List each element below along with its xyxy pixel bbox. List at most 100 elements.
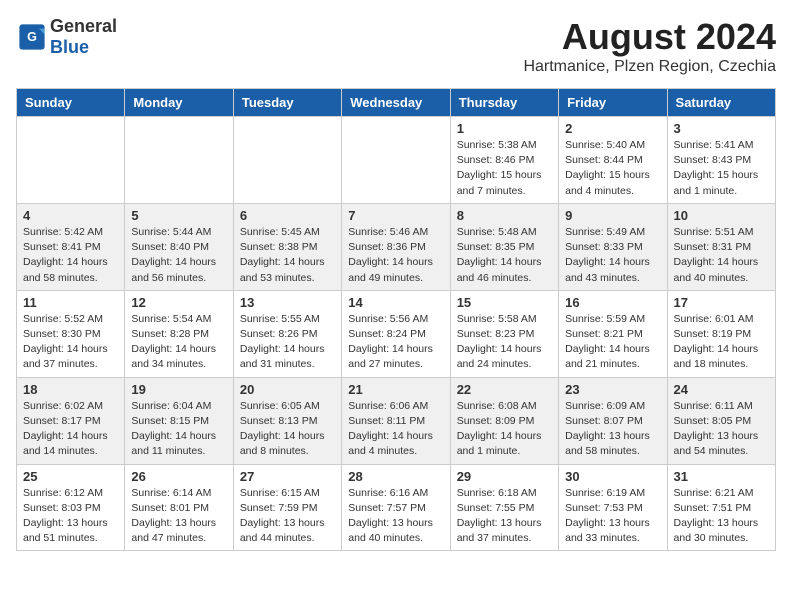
calendar-day-22: 22 Sunrise: 6:08 AM Sunset: 8:09 PM Dayli… bbox=[450, 377, 558, 464]
page-header: G General Blue August 2024 Hartmanice, P… bbox=[16, 16, 776, 76]
day-number: 14 bbox=[348, 295, 443, 310]
calendar-table: SundayMondayTuesdayWednesdayThursdayFrid… bbox=[16, 88, 776, 551]
calendar-day-30: 30Sunrise: 6:19 AM Sunset: 7:53 PM Dayli… bbox=[559, 464, 667, 551]
day-number: 9 bbox=[565, 208, 660, 223]
calendar-week-1: 1Sunrise: 5:38 AM Sunset: 8:46 PM Daylig… bbox=[17, 117, 776, 204]
day-info: Sunrise: 5:49 AM Sunset: 8:33 PM Dayligh… bbox=[565, 225, 660, 286]
day-info: Sunrise: 5:45 AM Sunset: 8:38 PM Dayligh… bbox=[240, 225, 335, 286]
day-info: Sunrise: 5:52 AM Sunset: 8:30 PM Dayligh… bbox=[23, 312, 118, 373]
calendar-empty-cell bbox=[125, 117, 233, 204]
calendar-day-18: 18 Sunrise: 6:02 AM Sunset: 8:17 PM Dayli… bbox=[17, 377, 125, 464]
weekday-header-friday: Friday bbox=[559, 89, 667, 117]
calendar-day-14: 14 Sunrise: 5:56 AM Sunset: 8:24 PM Dayli… bbox=[342, 290, 450, 377]
svg-text:G: G bbox=[27, 30, 37, 44]
day-number: 20 bbox=[240, 382, 335, 397]
day-number: 29 bbox=[457, 469, 552, 484]
logo: G General Blue bbox=[16, 16, 117, 58]
weekday-header-wednesday: Wednesday bbox=[342, 89, 450, 117]
day-info: Sunrise: 6:01 AM Sunset: 8:19 PM Dayligh… bbox=[674, 312, 769, 373]
day-info: Sunrise: 6:04 AM Sunset: 8:15 PM Dayligh… bbox=[131, 399, 226, 460]
day-number: 22 bbox=[457, 382, 552, 397]
calendar-day-7: 7 Sunrise: 5:46 AM Sunset: 8:36 PM Daylig… bbox=[342, 203, 450, 290]
calendar-day-4: 4 Sunrise: 5:42 AM Sunset: 8:41 PM Daylig… bbox=[17, 203, 125, 290]
calendar-week-5: 25 Sunrise: 6:12 AM Sunset: 8:03 PM Dayli… bbox=[17, 464, 776, 551]
weekday-header-saturday: Saturday bbox=[667, 89, 775, 117]
day-number: 6 bbox=[240, 208, 335, 223]
calendar-day-16: 16Sunrise: 5:59 AM Sunset: 8:21 PM Dayli… bbox=[559, 290, 667, 377]
day-number: 18 bbox=[23, 382, 118, 397]
day-number: 7 bbox=[348, 208, 443, 223]
day-number: 19 bbox=[131, 382, 226, 397]
calendar-empty-cell bbox=[233, 117, 341, 204]
day-info: Sunrise: 5:54 AM Sunset: 8:28 PM Dayligh… bbox=[131, 312, 226, 373]
day-info: Sunrise: 5:46 AM Sunset: 8:36 PM Dayligh… bbox=[348, 225, 443, 286]
day-number: 5 bbox=[131, 208, 226, 223]
calendar-day-20: 20 Sunrise: 6:05 AM Sunset: 8:13 PM Dayli… bbox=[233, 377, 341, 464]
day-info: Sunrise: 5:55 AM Sunset: 8:26 PM Dayligh… bbox=[240, 312, 335, 373]
day-info: Sunrise: 6:05 AM Sunset: 8:13 PM Dayligh… bbox=[240, 399, 335, 460]
calendar-day-23: 23 Sunrise: 6:09 AM Sunset: 8:07 PM Dayli… bbox=[559, 377, 667, 464]
calendar-day-8: 8Sunrise: 5:48 AM Sunset: 8:35 PM Daylig… bbox=[450, 203, 558, 290]
calendar-day-31: 31 Sunrise: 6:21 AM Sunset: 7:51 PM Dayli… bbox=[667, 464, 775, 551]
day-number: 1 bbox=[457, 121, 552, 136]
day-number: 23 bbox=[565, 382, 660, 397]
logo-blue: Blue bbox=[50, 37, 89, 57]
day-info: Sunrise: 5:40 AM Sunset: 8:44 PM Dayligh… bbox=[565, 138, 660, 199]
calendar-week-2: 4 Sunrise: 5:42 AM Sunset: 8:41 PM Daylig… bbox=[17, 203, 776, 290]
calendar-empty-cell bbox=[342, 117, 450, 204]
day-info: Sunrise: 5:51 AM Sunset: 8:31 PM Dayligh… bbox=[674, 225, 769, 286]
calendar-day-27: 27 Sunrise: 6:15 AM Sunset: 7:59 PM Dayli… bbox=[233, 464, 341, 551]
day-number: 2 bbox=[565, 121, 660, 136]
calendar-week-4: 18 Sunrise: 6:02 AM Sunset: 8:17 PM Dayli… bbox=[17, 377, 776, 464]
day-info: Sunrise: 6:21 AM Sunset: 7:51 PM Dayligh… bbox=[674, 486, 769, 547]
day-number: 16 bbox=[565, 295, 660, 310]
day-number: 17 bbox=[674, 295, 769, 310]
calendar-day-1: 1Sunrise: 5:38 AM Sunset: 8:46 PM Daylig… bbox=[450, 117, 558, 204]
calendar-day-6: 6 Sunrise: 5:45 AM Sunset: 8:38 PM Daylig… bbox=[233, 203, 341, 290]
day-info: Sunrise: 6:19 AM Sunset: 7:53 PM Dayligh… bbox=[565, 486, 660, 547]
calendar-day-5: 5 Sunrise: 5:44 AM Sunset: 8:40 PM Daylig… bbox=[125, 203, 233, 290]
day-number: 21 bbox=[348, 382, 443, 397]
calendar-week-3: 11 Sunrise: 5:52 AM Sunset: 8:30 PM Dayli… bbox=[17, 290, 776, 377]
month-year: August 2024 bbox=[523, 16, 776, 58]
calendar-day-26: 26Sunrise: 6:14 AM Sunset: 8:01 PM Dayli… bbox=[125, 464, 233, 551]
calendar-day-19: 19 Sunrise: 6:04 AM Sunset: 8:15 PM Dayli… bbox=[125, 377, 233, 464]
calendar-day-10: 10Sunrise: 5:51 AM Sunset: 8:31 PM Dayli… bbox=[667, 203, 775, 290]
day-number: 11 bbox=[23, 295, 118, 310]
day-info: Sunrise: 5:48 AM Sunset: 8:35 PM Dayligh… bbox=[457, 225, 552, 286]
day-info: Sunrise: 6:09 AM Sunset: 8:07 PM Dayligh… bbox=[565, 399, 660, 460]
day-info: Sunrise: 6:15 AM Sunset: 7:59 PM Dayligh… bbox=[240, 486, 335, 547]
calendar-day-29: 29Sunrise: 6:18 AM Sunset: 7:55 PM Dayli… bbox=[450, 464, 558, 551]
weekday-header-monday: Monday bbox=[125, 89, 233, 117]
day-info: Sunrise: 5:44 AM Sunset: 8:40 PM Dayligh… bbox=[131, 225, 226, 286]
day-number: 31 bbox=[674, 469, 769, 484]
day-info: Sunrise: 5:41 AM Sunset: 8:43 PM Dayligh… bbox=[674, 138, 769, 199]
weekday-header-thursday: Thursday bbox=[450, 89, 558, 117]
location: Hartmanice, Plzen Region, Czechia bbox=[523, 58, 776, 76]
calendar-day-13: 13Sunrise: 5:55 AM Sunset: 8:26 PM Dayli… bbox=[233, 290, 341, 377]
calendar-day-11: 11 Sunrise: 5:52 AM Sunset: 8:30 PM Dayli… bbox=[17, 290, 125, 377]
day-info: Sunrise: 5:56 AM Sunset: 8:24 PM Dayligh… bbox=[348, 312, 443, 373]
calendar-day-25: 25 Sunrise: 6:12 AM Sunset: 8:03 PM Dayli… bbox=[17, 464, 125, 551]
day-number: 27 bbox=[240, 469, 335, 484]
day-info: Sunrise: 6:02 AM Sunset: 8:17 PM Dayligh… bbox=[23, 399, 118, 460]
logo-icon: G bbox=[18, 23, 46, 51]
day-number: 12 bbox=[131, 295, 226, 310]
calendar-day-21: 21Sunrise: 6:06 AM Sunset: 8:11 PM Dayli… bbox=[342, 377, 450, 464]
calendar-day-24: 24Sunrise: 6:11 AM Sunset: 8:05 PM Dayli… bbox=[667, 377, 775, 464]
day-info: Sunrise: 5:42 AM Sunset: 8:41 PM Dayligh… bbox=[23, 225, 118, 286]
day-number: 4 bbox=[23, 208, 118, 223]
calendar-day-12: 12 Sunrise: 5:54 AM Sunset: 8:28 PM Dayli… bbox=[125, 290, 233, 377]
weekday-header-tuesday: Tuesday bbox=[233, 89, 341, 117]
day-info: Sunrise: 6:11 AM Sunset: 8:05 PM Dayligh… bbox=[674, 399, 769, 460]
calendar-day-3: 3 Sunrise: 5:41 AM Sunset: 8:43 PM Daylig… bbox=[667, 117, 775, 204]
day-info: Sunrise: 6:16 AM Sunset: 7:57 PM Dayligh… bbox=[348, 486, 443, 547]
calendar-day-15: 15Sunrise: 5:58 AM Sunset: 8:23 PM Dayli… bbox=[450, 290, 558, 377]
logo-general: General bbox=[50, 16, 117, 36]
day-number: 26 bbox=[131, 469, 226, 484]
day-number: 3 bbox=[674, 121, 769, 136]
day-info: Sunrise: 5:58 AM Sunset: 8:23 PM Dayligh… bbox=[457, 312, 552, 373]
day-number: 25 bbox=[23, 469, 118, 484]
day-info: Sunrise: 6:12 AM Sunset: 8:03 PM Dayligh… bbox=[23, 486, 118, 547]
day-info: Sunrise: 6:08 AM Sunset: 8:09 PM Dayligh… bbox=[457, 399, 552, 460]
